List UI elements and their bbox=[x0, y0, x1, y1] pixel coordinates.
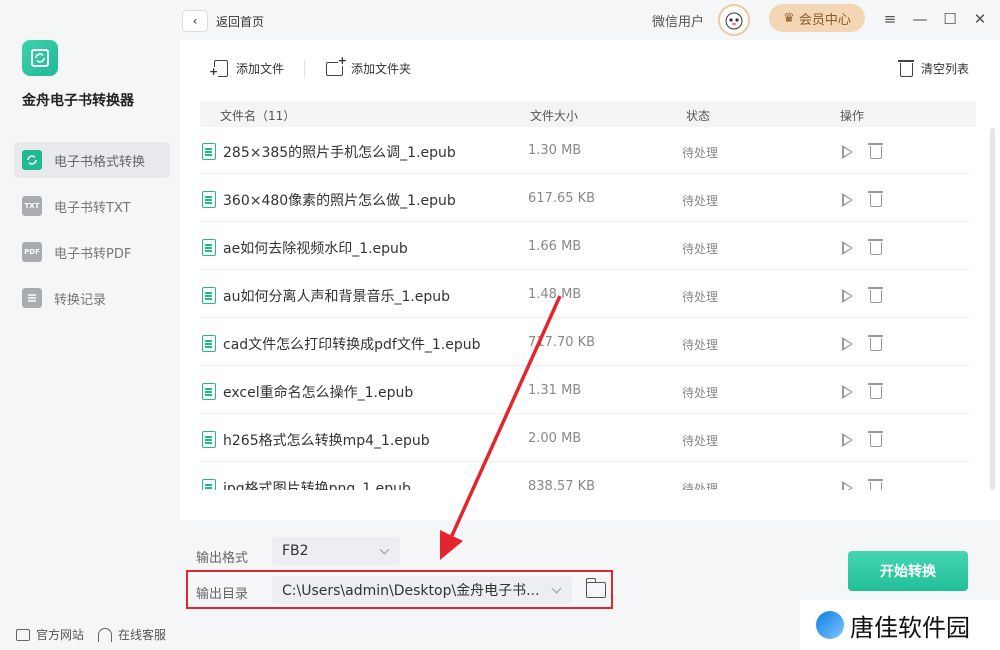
output-format-label: 输出格式 bbox=[196, 551, 249, 566]
headset-icon bbox=[98, 627, 112, 642]
col-actions: 操作 bbox=[840, 109, 865, 123]
table-row[interactable]: ae如何去除视频水印_1.epub 1.66 MB 待处理 bbox=[200, 224, 970, 270]
play-icon[interactable] bbox=[842, 337, 853, 351]
play-icon[interactable] bbox=[842, 193, 853, 207]
document-icon bbox=[202, 191, 216, 208]
chevron-left-icon: ‹ bbox=[192, 14, 198, 28]
add-file-icon bbox=[209, 60, 228, 77]
table-row[interactable]: 285×385的照片手机怎么调_1.epub 1.30 MB 待处理 bbox=[200, 128, 970, 174]
start-convert-button[interactable]: 开始转换 bbox=[848, 551, 968, 591]
delete-icon[interactable] bbox=[868, 479, 883, 490]
sidebar-item-label: 转换记录 bbox=[54, 292, 107, 308]
delete-icon[interactable] bbox=[868, 335, 883, 351]
file-list-panel: 添加文件 添加文件夹 清空列表 文件名（11） 文件大小 状态 操作 285×3… bbox=[180, 40, 1000, 520]
sidebar-item-label: 电子书转TXT bbox=[54, 200, 131, 216]
app-name: 金舟电子书转换器 bbox=[22, 93, 134, 109]
annotation-highlight-box bbox=[186, 570, 613, 609]
document-icon bbox=[202, 479, 216, 490]
back-button[interactable]: ‹ bbox=[182, 10, 208, 32]
col-name: 文件名（11） bbox=[220, 109, 296, 123]
back-home-label[interactable]: 返回首页 bbox=[216, 13, 264, 30]
sidebar-item-label: 电子书格式转换 bbox=[54, 154, 146, 170]
document-icon bbox=[202, 383, 216, 400]
minimize-icon[interactable]: — bbox=[910, 9, 930, 29]
txt-icon: TXT bbox=[22, 196, 42, 216]
sidebar-footer: 官方网站 在线客服 bbox=[16, 626, 180, 643]
table-row[interactable]: jpg格式图片转换png_1.epub 838.57 KB 待处理 bbox=[200, 464, 970, 490]
maximize-icon[interactable]: ☐ bbox=[940, 9, 960, 29]
add-folder-icon bbox=[326, 55, 347, 76]
delete-icon[interactable] bbox=[868, 383, 883, 399]
document-icon bbox=[202, 287, 216, 304]
trash-icon bbox=[898, 60, 914, 77]
online-support-link[interactable]: 在线客服 bbox=[98, 626, 166, 643]
menu-icon[interactable]: ≡ bbox=[880, 9, 900, 29]
sidebar-item-to-pdf[interactable]: PDF 电子书转PDF bbox=[14, 234, 170, 270]
sidebar: 金舟电子书转换器 电子书格式转换 TXT 电子书转TXT PDF 电子书转PDF… bbox=[0, 0, 180, 650]
delete-icon[interactable] bbox=[868, 431, 883, 447]
clear-list-button[interactable]: 清空列表 bbox=[898, 60, 969, 77]
play-icon[interactable] bbox=[842, 481, 853, 490]
website-icon bbox=[16, 628, 30, 641]
watermark: 唐佳软件园 bbox=[800, 600, 1000, 650]
crown-icon: ♛ bbox=[783, 10, 795, 26]
top-bar: ‹ 返回首页 微信用户 ♛ 会员中心 ≡ — ☐ ✕ bbox=[180, 0, 1000, 40]
delete-icon[interactable] bbox=[868, 191, 883, 207]
official-website-link[interactable]: 官方网站 bbox=[16, 626, 84, 643]
play-icon[interactable] bbox=[842, 385, 853, 399]
table-row[interactable]: 360×480像素的照片怎么做_1.epub 617.65 KB 待处理 bbox=[200, 176, 970, 222]
document-icon bbox=[202, 335, 216, 352]
table-header: 文件名（11） 文件大小 状态 操作 bbox=[200, 101, 976, 127]
pdf-icon: PDF bbox=[22, 242, 42, 262]
delete-icon[interactable] bbox=[868, 143, 883, 159]
vip-center-button[interactable]: ♛ 会员中心 bbox=[769, 4, 865, 32]
table-row[interactable]: cad文件怎么打印转换成pdf文件_1.epub 717.70 KB 待处理 bbox=[200, 320, 970, 366]
document-icon bbox=[202, 431, 216, 448]
add-file-button[interactable]: 添加文件 bbox=[209, 60, 284, 77]
table-row[interactable]: h265格式怎么转换mp4_1.epub 2.00 MB 待处理 bbox=[200, 416, 970, 462]
col-status: 状态 bbox=[686, 109, 711, 123]
output-format-select[interactable]: FB2 bbox=[272, 537, 400, 565]
refresh-book-icon bbox=[22, 150, 42, 170]
app-logo-icon bbox=[22, 40, 58, 76]
close-icon[interactable]: ✕ bbox=[970, 9, 990, 29]
document-icon bbox=[202, 143, 216, 160]
file-table: 285×385的照片手机怎么调_1.epub 1.30 MB 待处理 360×4… bbox=[200, 128, 970, 490]
col-size: 文件大小 bbox=[530, 109, 579, 123]
user-name: 微信用户 bbox=[652, 15, 705, 30]
chevron-down-icon bbox=[379, 544, 390, 555]
play-icon[interactable] bbox=[842, 433, 853, 447]
document-icon bbox=[202, 239, 216, 256]
table-row[interactable]: au如何分离人声和背景音乐_1.epub 1.48 MB 待处理 bbox=[200, 272, 970, 318]
sidebar-item-format-convert[interactable]: 电子书格式转换 bbox=[14, 142, 170, 178]
add-folder-button[interactable]: 添加文件夹 bbox=[326, 55, 411, 77]
delete-icon[interactable] bbox=[868, 287, 883, 303]
play-icon[interactable] bbox=[842, 145, 853, 159]
table-row[interactable]: excel重命名怎么操作_1.epub 1.31 MB 待处理 bbox=[200, 368, 970, 414]
play-icon[interactable] bbox=[842, 241, 853, 255]
list-scrollbar[interactable] bbox=[990, 128, 995, 490]
list-icon bbox=[22, 288, 42, 308]
play-icon[interactable] bbox=[842, 289, 853, 303]
toolbar-divider bbox=[304, 60, 305, 78]
sidebar-item-label: 电子书转PDF bbox=[54, 246, 132, 262]
sidebar-nav: 电子书格式转换 TXT 电子书转TXT PDF 电子书转PDF 转换记录 bbox=[14, 142, 170, 326]
avatar[interactable] bbox=[718, 4, 750, 36]
watermark-logo-icon bbox=[816, 611, 844, 639]
sidebar-item-to-txt[interactable]: TXT 电子书转TXT bbox=[14, 188, 170, 224]
delete-icon[interactable] bbox=[868, 239, 883, 255]
sidebar-item-history[interactable]: 转换记录 bbox=[14, 280, 170, 316]
